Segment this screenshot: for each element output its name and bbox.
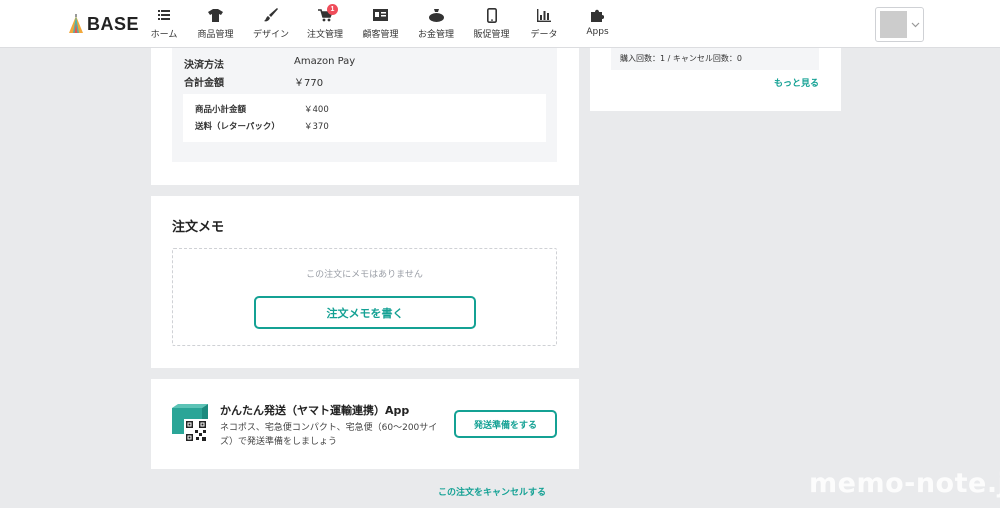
see-more-link[interactable]: もっと見る [774,76,819,89]
nav-item-money[interactable]: お金管理 [408,0,464,48]
main-nav: ホーム 商品管理 デザイン 1 注文管理 顧客管理 お金管理 販促管理 データ … [142,0,626,48]
bar-chart-icon [536,8,552,22]
customer-card: 購入回数：1 / キャンセル回数：0 もっと見る [590,48,841,111]
shipping-app-title: かんたん発送（ヤマト運輸連携）App [220,404,410,417]
nav-item-data[interactable]: データ [519,0,569,48]
qr-box-icon [172,404,208,443]
nav-item-customers[interactable]: 顧客管理 [353,0,408,48]
nav-item-apps[interactable]: Apps [569,0,626,48]
total-label: 合計金額 [184,78,224,89]
nav-item-orders[interactable]: 1 注文管理 [297,0,353,48]
logo-text: BASE [87,13,140,34]
memo-area: この注文にメモはありません 注文メモを書く [172,248,557,346]
nav-label-products: 商品管理 [197,30,234,40]
shipping-fee-row: 送料（レターパック） ￥370 [195,120,329,132]
money-bag-icon [428,8,444,22]
payment-card: 決済方法 Amazon Pay 合計金額 ￥770 商品小計金額 ￥400 送料… [151,48,579,185]
orders-badge: 1 [327,4,338,15]
nav-label-orders: 注文管理 [306,30,343,40]
payment-method-row: 決済方法 Amazon Pay [184,56,355,71]
purchase-stats: 購入回数：1 / キャンセル回数：0 [620,54,742,63]
tent-logo-icon [69,14,83,33]
top-header: BASE ホーム 商品管理 デザイン 1 注文管理 顧客管理 お金管理 販促管理… [0,0,1000,48]
shipping-app-card: かんたん発送（ヤマト運輸連携）App ネコポス、宅急便コンパクト、宅急便（60〜… [151,379,579,469]
price-breakdown: 商品小計金額 ￥400 送料（レターパック） ￥370 [183,94,546,142]
smartphone-icon [484,7,500,23]
nav-label-home: ホーム [150,30,178,40]
prepare-shipping-button[interactable]: 発送準備をする [454,410,557,438]
nav-item-promotion[interactable]: 販促管理 [464,0,519,48]
subtotal-label: 商品小計金額 [195,105,247,115]
total-value: ￥770 [294,78,324,89]
chevron-down-icon [911,22,920,28]
nav-label-apps: Apps [586,27,609,37]
shipping-app-description: ネコポス、宅急便コンパクト、宅急便（60〜200サイズ）で発送準備をしましょう [220,423,438,447]
nav-label-money: お金管理 [417,30,454,40]
watermark: memo-note.jp [809,468,1000,499]
payment-method-label: 決済方法 [184,60,224,71]
account-menu-button[interactable] [875,7,924,42]
shipping-fee-label: 送料（レターパック） [195,122,280,132]
puzzle-icon [590,8,606,22]
write-memo-button[interactable]: 注文メモを書く [254,296,476,329]
nav-item-design[interactable]: デザイン [245,0,297,48]
brush-icon [263,8,279,22]
purchase-stats-box: 購入回数：1 / キャンセル回数：0 [611,48,819,70]
memo-empty-text: この注文にメモはありません [306,270,423,280]
subtotal-row: 商品小計金額 ￥400 [195,103,329,115]
nav-item-products[interactable]: 商品管理 [186,0,245,48]
total-row: 合計金額 ￥770 [184,74,323,89]
subtotal-value: ￥400 [304,105,329,115]
shipping-fee-value: ￥370 [304,122,329,132]
tshirt-icon [208,8,224,22]
memo-title: 注文メモ [172,220,225,235]
base-logo[interactable]: BASE [68,12,139,36]
avatar [880,11,907,38]
nav-label-promotion: 販促管理 [473,30,510,40]
payment-summary: 決済方法 Amazon Pay 合計金額 ￥770 商品小計金額 ￥400 送料… [172,48,557,162]
address-card-icon [373,8,389,22]
payment-method-value: Amazon Pay [294,56,356,67]
nav-label-design: デザイン [252,30,289,40]
cancel-order-link[interactable]: この注文をキャンセルする [438,485,546,498]
nav-label-data: データ [530,30,558,40]
nav-item-home[interactable]: ホーム [142,0,186,48]
nav-label-customers: 顧客管理 [362,30,399,40]
order-memo-card: 注文メモ この注文にメモはありません 注文メモを書く [151,196,579,368]
home-list-icon [156,8,172,22]
